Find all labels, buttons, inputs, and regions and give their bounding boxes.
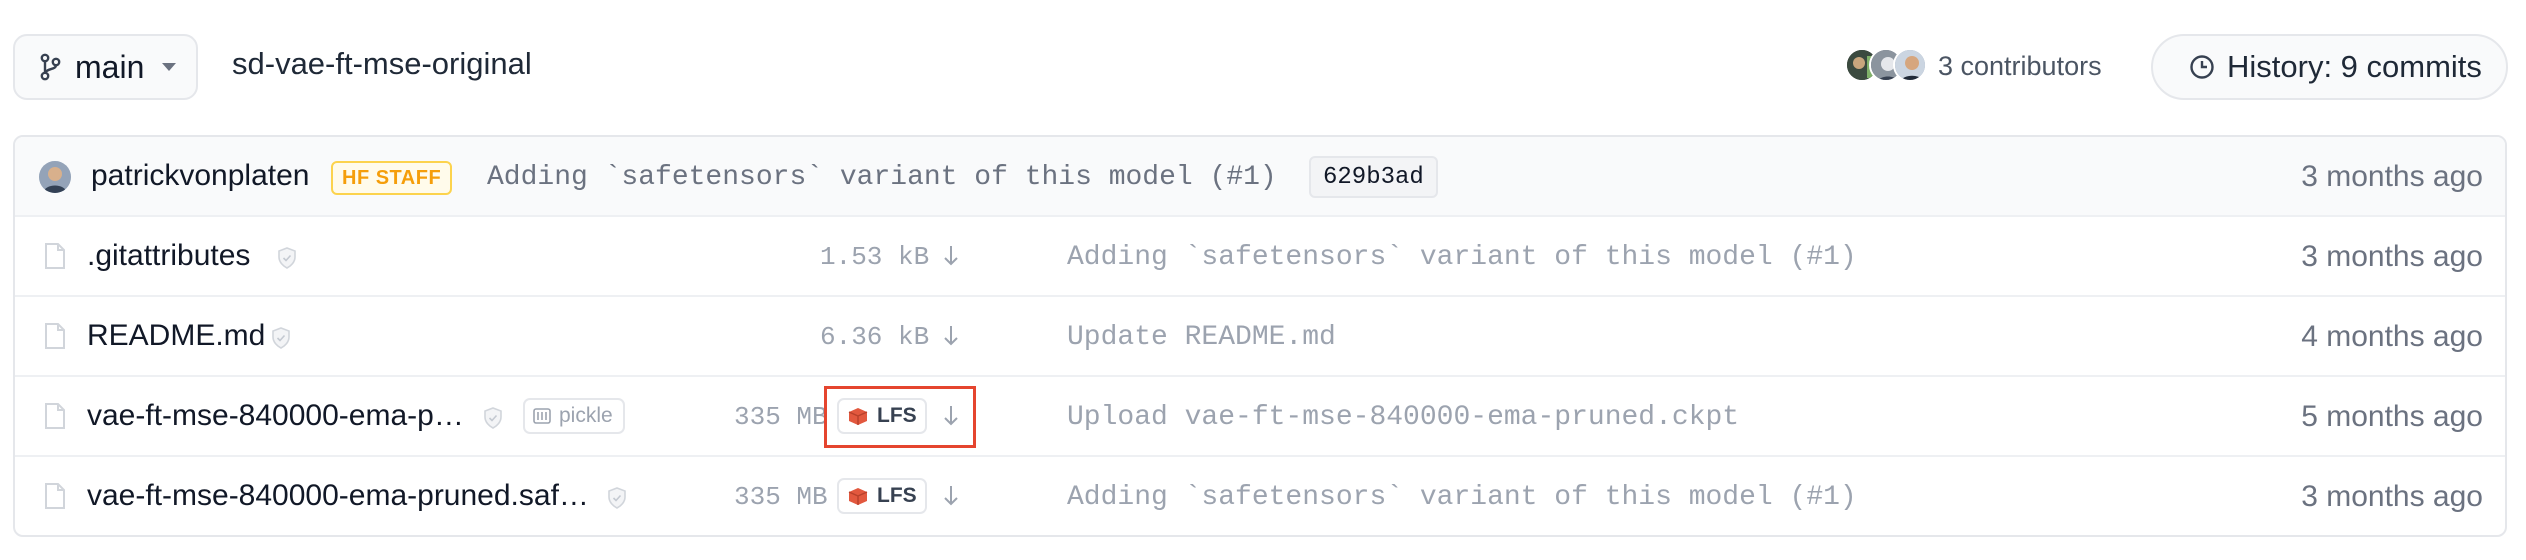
file-icon [45,323,65,349]
contributors-link[interactable]: 3 contributors [1938,51,2102,82]
repo-name: sd-vae-ft-mse-original [232,46,532,81]
file-row: .gitattributes 1.53 kB Adding `safetenso… [15,217,2505,297]
file-date: 4 months ago [2301,320,2483,353]
branch-label: main [75,48,145,85]
history-label: History: 9 commits [2227,49,2482,84]
download-arrow-icon[interactable] [941,243,961,269]
commit-author[interactable]: patrickvonplaten [91,159,309,193]
file-commit-message[interactable]: Upload vae-ft-mse-840000-ema-pruned.ckpt [1067,402,1739,433]
download-arrow-icon[interactable] [941,483,961,509]
file-icon [45,243,65,269]
file-name[interactable]: vae-ft-mse-840000-ema-p… [87,399,464,433]
staff-badge: HF STAFF [331,161,453,195]
file-size: 335 MB [734,482,828,512]
shield-check-icon[interactable] [483,407,503,429]
lfs-label: LFS [877,484,917,507]
avatar[interactable] [39,161,71,193]
commit-message[interactable]: Adding `safetensors` variant of this mod… [487,162,1277,193]
avatar [1893,48,1927,82]
file-commit-message[interactable]: Adding `safetensors` variant of this mod… [1067,242,1857,273]
commit-sha[interactable]: 629b3ad [1309,156,1438,198]
shield-check-icon[interactable] [277,247,297,269]
history-button[interactable]: History: 9 commits [2151,34,2508,100]
file-icon [45,483,65,509]
pickle-badge[interactable]: pickle [523,398,625,434]
file-row: vae-ft-mse-840000-ema-p… pickle 335 MB L… [15,377,2505,457]
contributor-avatars[interactable] [1845,48,1929,84]
file-name[interactable]: vae-ft-mse-840000-ema-pruned.saf… [87,479,589,513]
file-table: patrickvonplaten HF STAFF Adding `safete… [13,135,2507,537]
file-date: 5 months ago [2301,400,2483,433]
file-name[interactable]: .gitattributes [87,239,250,273]
pickle-icon [533,408,551,424]
file-date: 3 months ago [2301,240,2483,273]
file-size: 335 MB [734,402,828,432]
clock-icon [2190,55,2214,79]
chevron-down-icon [162,63,177,71]
lfs-cube-icon [848,488,868,505]
branch-selector[interactable]: main [13,34,198,100]
file-date: 3 months ago [2301,480,2483,513]
file-icon [45,403,65,429]
file-commit-message[interactable]: Adding `safetensors` variant of this mod… [1067,482,1857,513]
download-arrow-icon[interactable] [941,323,961,349]
download-arrow-icon[interactable] [941,403,961,429]
git-branch-icon [40,53,61,81]
commit-date: 3 months ago [2301,160,2483,193]
shield-check-icon[interactable] [271,327,291,349]
file-size: 6.36 kB [820,322,930,352]
file-commit-message[interactable]: Update README.md [1067,322,1336,353]
file-row: vae-ft-mse-840000-ema-pruned.saf… 335 MB… [15,457,2505,535]
lfs-badge[interactable]: LFS [837,478,927,514]
last-commit-row: patrickvonplaten HF STAFF Adding `safete… [15,137,2505,217]
pickle-label: pickle [559,404,613,427]
file-size: 1.53 kB [820,242,930,272]
shield-check-icon[interactable] [607,487,627,509]
file-name[interactable]: README.md [87,319,265,353]
file-row: README.md 6.36 kB Update README.md 4 mon… [15,297,2505,377]
